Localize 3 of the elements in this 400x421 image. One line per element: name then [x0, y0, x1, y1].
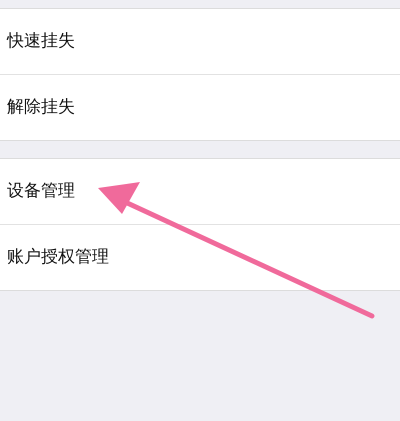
settings-item[interactable]: 快速挂失: [0, 9, 400, 75]
settings-item[interactable]: 账户授权管理: [0, 225, 400, 290]
settings-item[interactable]: 解除挂失: [0, 75, 400, 140]
